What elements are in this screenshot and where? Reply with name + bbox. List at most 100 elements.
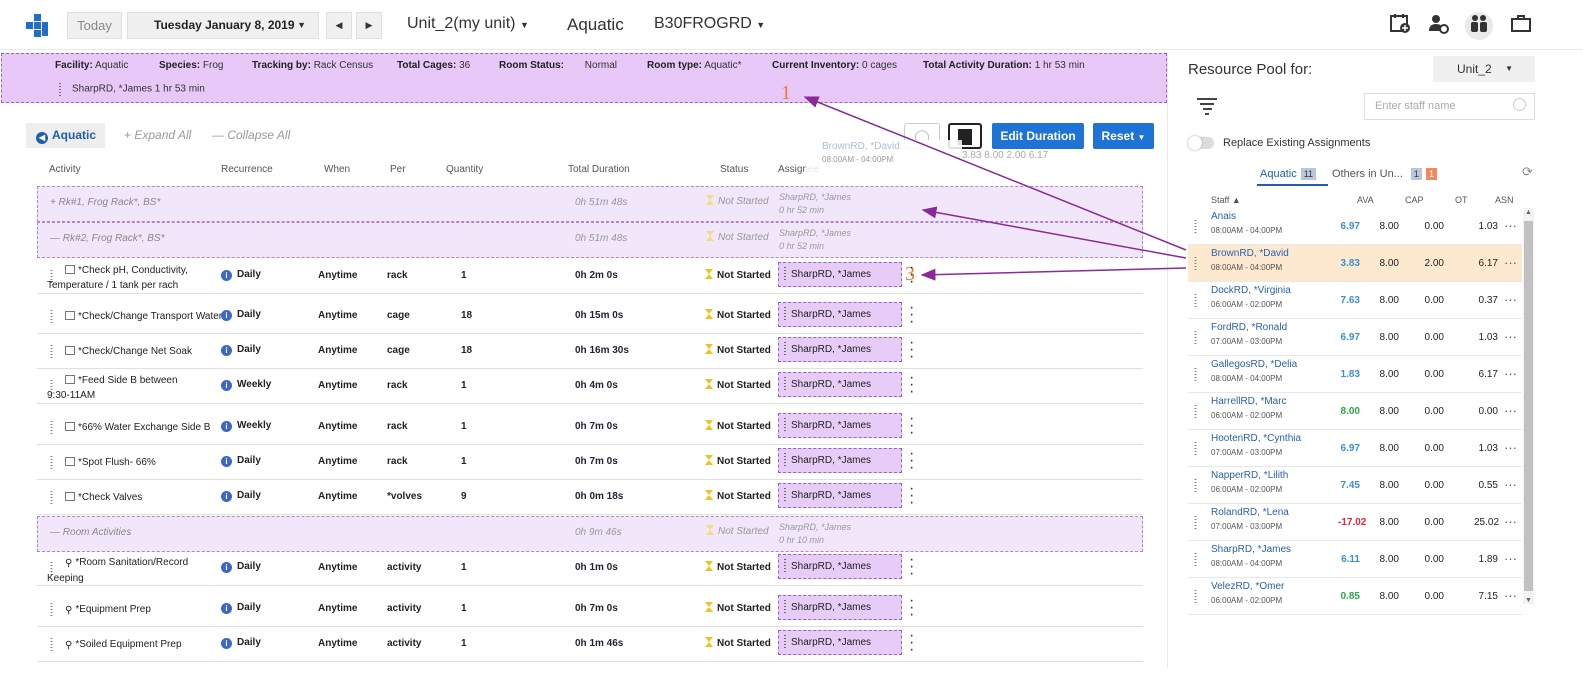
drag-handle-icon[interactable] <box>49 344 54 360</box>
app-logo-icon[interactable] <box>26 14 50 38</box>
plus-icon[interactable]: + <box>50 197 56 208</box>
staff-row[interactable]: FordRD, *Ronald 07:00AM - 03:00PM 6.97 8.00… <box>1188 319 1522 356</box>
info-icon[interactable]: i <box>221 603 232 614</box>
assignee-chip[interactable]: SharpRD, *James <box>778 483 902 508</box>
more-horizontal-icon[interactable]: ··· <box>1504 588 1517 603</box>
assignee-chip[interactable]: SharpRD, *James <box>778 554 902 579</box>
drag-handle-icon[interactable] <box>783 599 787 616</box>
drag-handle-icon[interactable] <box>783 266 787 283</box>
activity-row[interactable]: *Spot Flush- 66% i Daily Anytime rack 1 0h 7m … <box>37 445 1143 480</box>
scroll-down-icon[interactable]: ▼ <box>1525 597 1532 604</box>
recurrence[interactable]: i Daily <box>221 490 261 502</box>
info-icon[interactable]: i <box>221 310 232 321</box>
more-vertical-icon[interactable]: · · · <box>909 446 914 476</box>
drag-handle-icon[interactable] <box>49 490 54 506</box>
more-horizontal-icon[interactable]: ··· <box>1504 329 1517 344</box>
staff-name[interactable]: RolandRD, *Lena <box>1211 507 1289 518</box>
replace-assignments-toggle[interactable] <box>1188 136 1214 150</box>
refresh-icon[interactable]: ⟳ <box>1522 164 1533 180</box>
more-vertical-icon[interactable]: · · · <box>909 335 914 365</box>
more-vertical-icon[interactable]: · · · <box>909 260 914 290</box>
staff-row[interactable]: DockRD, *Virginia 06:00AM - 02:00PM 7.63 8.… <box>1188 282 1522 319</box>
drag-handle-icon[interactable] <box>783 306 787 323</box>
date-dropdown[interactable]: Tuesday January 8, 2019 ▼ <box>127 12 319 39</box>
header-status[interactable]: Status <box>720 164 748 175</box>
staff-row[interactable]: HootenRD, *Cynthia 07:00AM - 03:00PM 6.97 8… <box>1188 430 1522 467</box>
drag-handle-icon[interactable] <box>1193 441 1198 457</box>
tab-aquatic[interactable]: ◀ Aquatic <box>26 123 105 148</box>
staff-name[interactable]: SharpRD, *James <box>1211 544 1291 555</box>
drag-handle-icon[interactable] <box>1193 404 1198 420</box>
assignee-chip[interactable]: SharpRD, *James <box>778 413 902 438</box>
staff-row[interactable]: Anais 08:00AM - 04:00PM 6.97 8.00 0.00 1.03 ··… <box>1188 208 1522 245</box>
drag-handle-icon[interactable] <box>1193 589 1198 605</box>
staff-search-input[interactable]: Enter staff name <box>1364 93 1535 120</box>
reset-button[interactable]: Reset ▼ <box>1093 123 1154 149</box>
info-icon[interactable]: i <box>221 421 232 432</box>
tab-staff-aquatic[interactable]: Aquatic 11 <box>1257 166 1328 186</box>
group-row[interactable]: + Rk#1, Frog Rack*, BS* 0h 51m 48s Not S… <box>37 186 1143 222</box>
prev-day-button[interactable]: ◀ <box>326 12 352 39</box>
assignee-chip[interactable]: SharpRD, *James <box>778 448 902 473</box>
drag-handle-icon[interactable] <box>783 634 787 651</box>
activity-row[interactable]: *Check/Change Transport Water i Daily Anyti… <box>37 299 1143 334</box>
expand-all-button[interactable]: + Expand All <box>124 128 191 142</box>
recurrence[interactable]: i Weekly <box>221 420 271 432</box>
more-horizontal-icon[interactable]: ··· <box>1504 255 1517 270</box>
staff-header-ot[interactable]: OT <box>1455 195 1468 205</box>
staff-row[interactable]: HarrellRD, *Marc 06:00AM - 02:00PM 8.00 8.0… <box>1188 393 1522 430</box>
drag-handle-icon[interactable] <box>49 602 54 618</box>
user-settings-icon[interactable] <box>1424 12 1452 40</box>
drag-handle-icon[interactable] <box>783 376 787 393</box>
info-icon[interactable]: i <box>221 638 232 649</box>
activity-row[interactable]: ⚲ *Room Sanitation/Record Keeping i Daily Any… <box>37 551 1143 586</box>
drag-handle-icon[interactable] <box>783 341 787 358</box>
recurrence[interactable]: i Weekly <box>221 379 271 391</box>
activity-row[interactable]: *Check Valves i Daily Anytime *volves 9 0h 0m … <box>37 480 1143 515</box>
recurrence[interactable]: i Daily <box>221 602 261 614</box>
resource-unit-dropdown[interactable]: Unit_2 ▼ <box>1433 56 1535 82</box>
header-when[interactable]: When <box>324 164 350 175</box>
recurrence[interactable]: i Daily <box>221 269 261 281</box>
staff-row[interactable]: BrownRD, *David 08:00AM - 04:00PM 3.83 8.00… <box>1188 245 1522 282</box>
more-vertical-icon[interactable]: · · · <box>909 300 914 330</box>
staff-name[interactable]: FordRD, *Ronald <box>1211 322 1287 333</box>
collapse-all-button[interactable]: — Collapse All <box>212 128 290 142</box>
assignee-chip[interactable]: SharpRD, *James <box>778 337 902 362</box>
more-horizontal-icon[interactable]: ··· <box>1504 477 1517 492</box>
staff-name[interactable]: NapperRD, *Lilith <box>1211 470 1288 481</box>
activity-row[interactable]: *Check/Change Net Soak i Daily Anytime cage 1… <box>37 334 1143 369</box>
more-horizontal-icon[interactable]: ··· <box>1504 366 1517 381</box>
header-total-duration[interactable]: Total Duration <box>568 164 630 175</box>
more-vertical-icon[interactable]: · · · <box>909 593 914 623</box>
info-icon[interactable]: i <box>221 562 232 573</box>
activity-row[interactable]: *Feed Side B between 9:30-11AM i Weekly Anyt… <box>37 369 1143 404</box>
minus-icon[interactable]: — <box>50 527 60 538</box>
more-horizontal-icon[interactable]: ··· <box>1504 440 1517 455</box>
info-icon[interactable]: i <box>221 270 232 281</box>
drag-handle-icon[interactable] <box>49 309 54 325</box>
assignee-chip[interactable]: SharpRD, *James <box>778 262 902 287</box>
drag-handle-icon[interactable] <box>783 417 787 434</box>
room-dropdown[interactable]: B30FROGRD ▼ <box>654 15 765 33</box>
staff-name[interactable]: Anais <box>1211 211 1236 222</box>
info-icon[interactable]: i <box>221 380 232 391</box>
calendar-add-icon[interactable] <box>1386 12 1414 40</box>
drag-handle-icon[interactable] <box>1193 478 1198 494</box>
staff-name[interactable]: HootenRD, *Cynthia <box>1211 433 1301 444</box>
group-assignee[interactable]: SharpRD, *James 0 hr 10 min <box>779 521 851 547</box>
info-icon[interactable]: i <box>221 345 232 356</box>
drag-handle-icon[interactable] <box>1193 330 1198 346</box>
tab-staff-others[interactable]: Others in Un... 1 1 <box>1332 166 1437 182</box>
staff-scrollbar[interactable]: ▲ ▼ <box>1523 208 1534 604</box>
more-horizontal-icon[interactable]: ··· <box>1504 403 1517 418</box>
drag-handle-icon[interactable] <box>58 82 62 96</box>
recurrence[interactable]: i Daily <box>221 309 261 321</box>
recurrence[interactable]: i Daily <box>221 455 261 467</box>
activity-row[interactable]: ⚲ *Soiled Equipment Prep i Daily Anytime acti… <box>37 627 1143 662</box>
drag-handle-icon[interactable] <box>1193 256 1198 272</box>
info-icon[interactable]: i <box>221 491 232 502</box>
drag-handle-icon[interactable] <box>1193 367 1198 383</box>
staff-header-asn[interactable]: ASN <box>1495 195 1514 205</box>
assignee-chip[interactable]: SharpRD, *James <box>778 302 902 327</box>
